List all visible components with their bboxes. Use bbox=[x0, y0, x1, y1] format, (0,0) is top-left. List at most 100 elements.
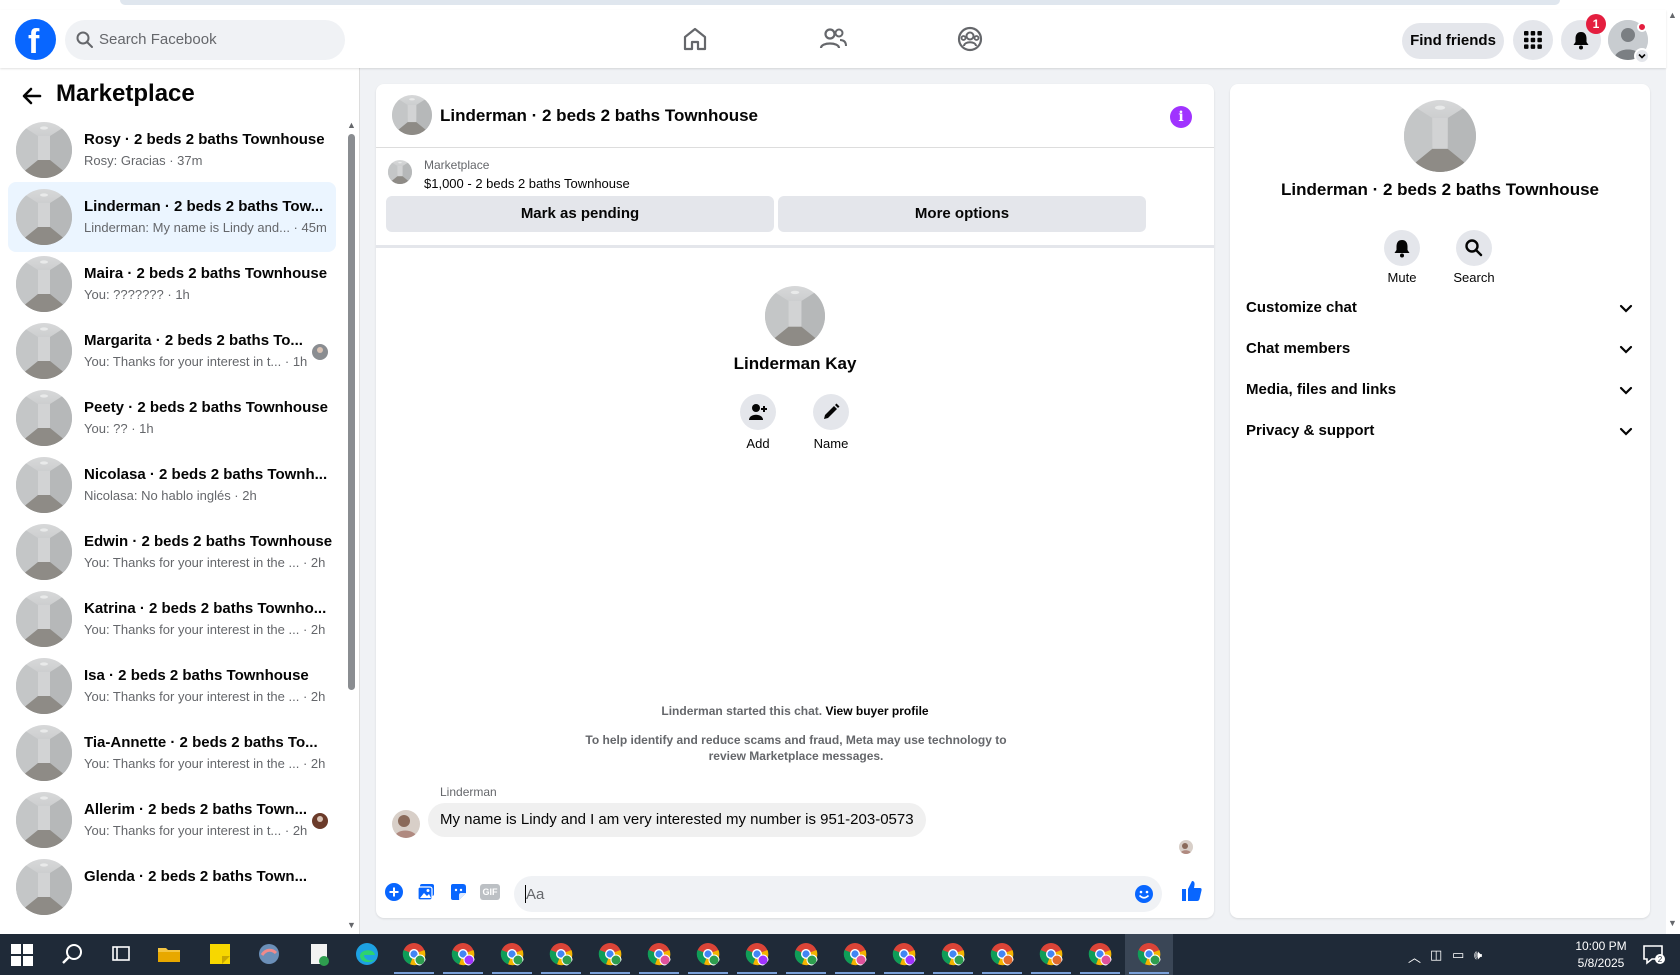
notification-center-icon[interactable]: 2 bbox=[1640, 941, 1666, 967]
conversation-preview: You: Thanks for your interest in the ...… bbox=[84, 622, 326, 637]
conversation-name: Edwin · 2 beds 2 baths Townhouse bbox=[84, 533, 333, 550]
chat-window: Linderman · 2 beds 2 baths Townhouse i M… bbox=[376, 84, 1214, 918]
sender-avatar[interactable] bbox=[392, 810, 420, 838]
panel-section-row[interactable]: Chat members bbox=[1246, 329, 1634, 369]
chevron-down-icon bbox=[1619, 304, 1633, 313]
thumbs-up-icon[interactable] bbox=[1180, 879, 1204, 903]
task-view-icon[interactable] bbox=[108, 941, 134, 967]
chat-header: Linderman · 2 beds 2 baths Townhouse i bbox=[376, 84, 1214, 148]
nickname-button[interactable] bbox=[813, 394, 849, 430]
conversation-name: Maira · 2 beds 2 baths Townhouse bbox=[84, 265, 328, 282]
sticky-notes-icon[interactable] bbox=[207, 941, 233, 967]
gif-icon[interactable]: GIF bbox=[480, 884, 500, 900]
account-alert-dot bbox=[1637, 22, 1647, 32]
home-icon[interactable] bbox=[680, 24, 710, 54]
sidebar-title: Marketplace bbox=[56, 80, 195, 107]
conversation-thumbnail bbox=[16, 658, 72, 714]
windows-start-icon[interactable] bbox=[11, 944, 33, 966]
search-input[interactable]: Search Facebook bbox=[99, 31, 217, 48]
conversation-preview: You: ?? · 1h bbox=[84, 421, 154, 436]
conversation-item[interactable]: Rosy · 2 beds 2 baths Townhouse Rosy: Gra… bbox=[8, 115, 336, 185]
panel-section-label: Media, files and links bbox=[1246, 381, 1397, 398]
message-sender: Linderman bbox=[440, 785, 497, 799]
conversation-item[interactable]: Edwin · 2 beds 2 baths Townhouse You: Tha… bbox=[8, 517, 336, 587]
sticker-icon[interactable] bbox=[448, 882, 468, 902]
conversation-item[interactable]: Isa · 2 beds 2 baths Townhouse You: Thank… bbox=[8, 651, 336, 721]
mute-label: Mute bbox=[1387, 270, 1417, 285]
panel-section-row[interactable]: Media, files and links bbox=[1246, 370, 1634, 410]
conversation-item[interactable]: Maira · 2 beds 2 baths Townhouse You: ???… bbox=[8, 249, 336, 319]
photo-icon[interactable] bbox=[416, 882, 436, 902]
windows-taskbar: ︿ ◫ ▭ 🕪 10:00 PM 5/8/2025 2 bbox=[0, 934, 1680, 975]
groups-icon[interactable] bbox=[955, 24, 985, 54]
account-chevron-icon[interactable] bbox=[1634, 48, 1650, 64]
conversation-thumbnail bbox=[16, 122, 72, 178]
chevron-down-icon bbox=[1619, 345, 1633, 354]
message-bubble[interactable]: My name is Lindy and I am very intereste… bbox=[428, 803, 926, 837]
safety-notice: To help identify and reduce scams and fr… bbox=[585, 733, 1007, 763]
edge-browser-icon[interactable] bbox=[354, 941, 380, 967]
more-options-button[interactable]: More options bbox=[778, 196, 1146, 232]
tray-expand-icon[interactable]: ︿ bbox=[1408, 947, 1421, 966]
scroll-down-arrow[interactable]: ▼ bbox=[347, 920, 356, 930]
clock[interactable]: 10:00 PM 5/8/2025 bbox=[1566, 938, 1636, 972]
sidebar-scrollbar[interactable] bbox=[348, 134, 355, 690]
conversation-thumbnail bbox=[16, 457, 72, 513]
info-icon[interactable]: i bbox=[1170, 106, 1192, 128]
pencil-icon bbox=[824, 403, 840, 419]
conversation-item[interactable]: Tia-Annette · 2 beds 2 baths To... You: T… bbox=[8, 718, 336, 788]
conversation-name: Katrina · 2 beds 2 baths Townho... bbox=[84, 600, 327, 617]
conversation-item[interactable]: Peety · 2 beds 2 baths Townhouse You: ?? … bbox=[8, 383, 336, 453]
volume-icon[interactable]: 🕪 bbox=[1474, 947, 1482, 963]
snipping-tool-icon[interactable] bbox=[256, 941, 282, 967]
notepad-icon[interactable] bbox=[306, 941, 332, 967]
listing-price-title[interactable]: $1,000 - 2 beds 2 baths Townhouse bbox=[424, 176, 630, 191]
find-friends-button[interactable]: Find friends bbox=[1402, 23, 1504, 59]
mark-as-pending-button[interactable]: Mark as pending bbox=[386, 196, 774, 232]
taskbar-search-icon[interactable] bbox=[60, 941, 86, 967]
add-button[interactable] bbox=[740, 394, 776, 430]
seen-avatar bbox=[312, 344, 328, 360]
panel-section-row[interactable]: Customize chat bbox=[1246, 288, 1634, 328]
back-arrow-icon[interactable] bbox=[20, 84, 44, 108]
conversation-thumbnail bbox=[16, 591, 72, 647]
conversation-item[interactable]: Glenda · 2 beds 2 baths Town... bbox=[8, 852, 336, 922]
search-icon bbox=[76, 31, 93, 48]
listing-mini-thumbnail[interactable] bbox=[388, 160, 412, 184]
browser-strip bbox=[0, 0, 1680, 10]
conversation-preview: You: Thanks for your interest in the ...… bbox=[84, 555, 326, 570]
page-scrollbar[interactable]: ▲ ▼ bbox=[1666, 0, 1680, 934]
conversation-item[interactable]: Katrina · 2 beds 2 baths Townho... You: T… bbox=[8, 584, 336, 654]
conversation-thumbnail bbox=[16, 189, 72, 245]
conversation-preview: Nicolasa: No hablo inglés · 2h bbox=[84, 488, 257, 503]
search-label: Search bbox=[1453, 270, 1495, 285]
chat-listing-thumbnail[interactable] bbox=[392, 95, 432, 135]
conversation-name: Tia-Annette · 2 beds 2 baths To... bbox=[84, 734, 318, 751]
panel-section-row[interactable]: Privacy & support bbox=[1246, 411, 1634, 451]
scroll-up-arrow[interactable]: ▲ bbox=[347, 120, 356, 130]
facebook-logo[interactable]: f bbox=[15, 19, 56, 61]
meet-now-icon[interactable]: ◫ bbox=[1430, 947, 1442, 963]
marketplace-chat-list: Marketplace Rosy · 2 beds 2 baths Townho… bbox=[0, 68, 360, 934]
search-conversation-button[interactable] bbox=[1456, 230, 1492, 266]
mute-button[interactable] bbox=[1384, 230, 1420, 266]
conversation-item[interactable]: Margarita · 2 beds 2 baths To... You: Tha… bbox=[8, 316, 336, 386]
conversation-item[interactable]: Allerim · 2 beds 2 baths Town... You: Tha… bbox=[8, 785, 336, 855]
chat-title[interactable]: Linderman · 2 beds 2 baths Townhouse bbox=[440, 106, 758, 126]
plus-circle-icon[interactable] bbox=[384, 882, 404, 902]
file-explorer-icon[interactable] bbox=[156, 941, 182, 967]
conversation-item[interactable]: Linderman · 2 beds 2 baths Tow... Linderm… bbox=[8, 182, 336, 252]
search-bar[interactable]: Search Facebook bbox=[65, 20, 345, 60]
buyer-avatar[interactable] bbox=[765, 286, 825, 346]
view-buyer-profile-link[interactable]: View buyer profile bbox=[825, 704, 928, 718]
panel-listing-avatar[interactable] bbox=[1404, 100, 1476, 172]
network-icon[interactable]: ▭ bbox=[1452, 947, 1464, 963]
emoji-icon[interactable] bbox=[1134, 884, 1154, 904]
friends-icon[interactable] bbox=[818, 24, 848, 54]
conversation-preview: Rosy: Gracias · 37m bbox=[84, 153, 203, 168]
panel-title: Linderman · 2 beds 2 baths Townhouse bbox=[1280, 180, 1599, 199]
conversation-item[interactable]: Nicolasa · 2 beds 2 baths Townh... Nicola… bbox=[8, 450, 336, 520]
conversation-name: Rosy · 2 beds 2 baths Townhouse bbox=[84, 131, 325, 148]
message-input[interactable]: Aa bbox=[514, 876, 1162, 912]
menu-button[interactable] bbox=[1513, 20, 1553, 60]
